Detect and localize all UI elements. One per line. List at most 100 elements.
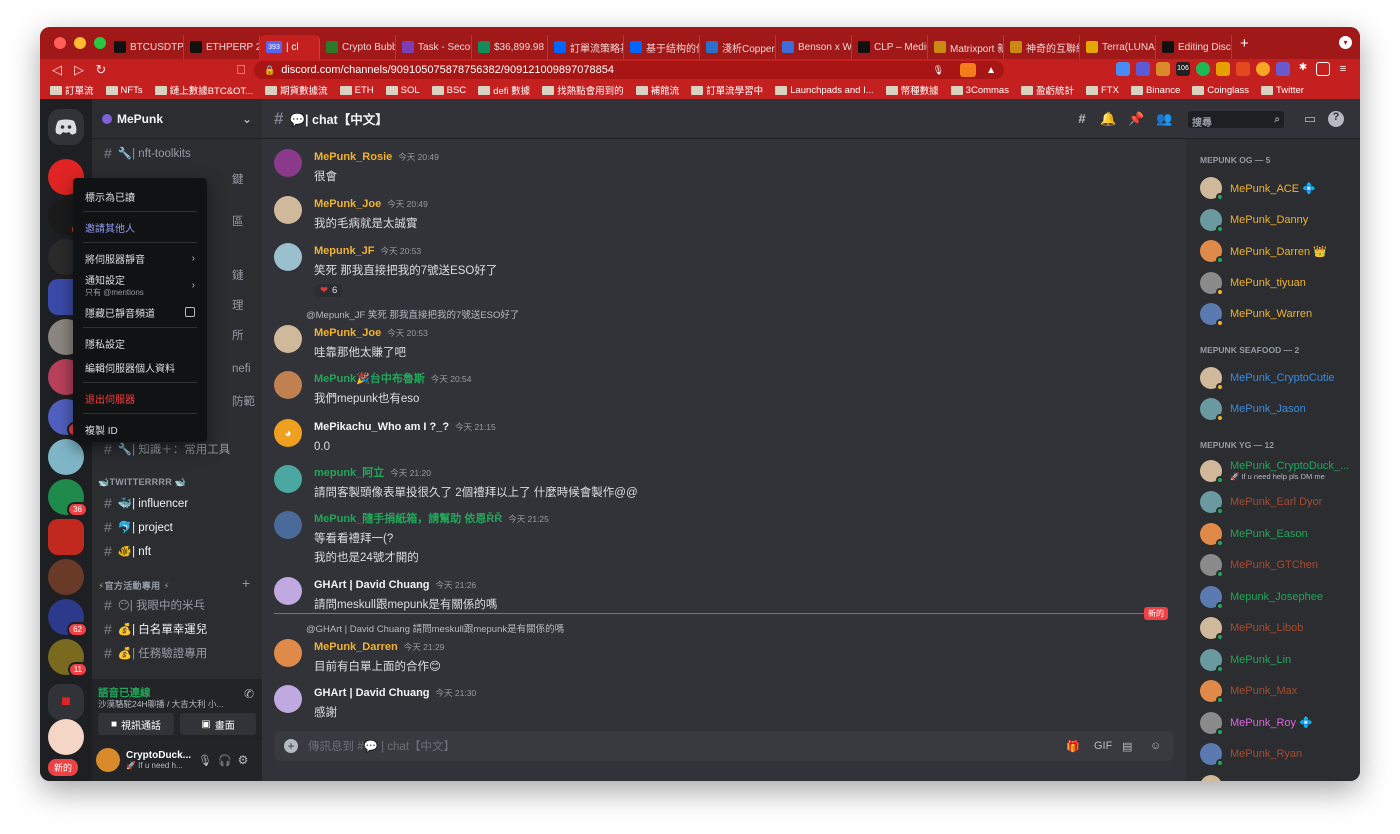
tab-search-icon[interactable]: ▾ — [1339, 36, 1352, 49]
avatar[interactable] — [274, 196, 302, 224]
browser-tab[interactable]: ETHPERP 24 — [184, 35, 260, 59]
context-menu-item[interactable]: 標示為已讀 — [79, 184, 201, 208]
bookmark-item[interactable]: FTX — [1085, 85, 1119, 96]
member-item[interactable]: MePunk_Libob — [1200, 617, 1303, 641]
context-menu-item[interactable]: 將伺服器靜音 › — [79, 246, 201, 270]
browser-tab[interactable]: Crypto Bubb — [320, 35, 396, 59]
context-menu-item[interactable]: 邀請其他人 — [79, 215, 201, 239]
url-field[interactable]: 🔒 discord.com/channels/90910507587875638… — [254, 61, 1004, 79]
browser-tab[interactable]: Matrixport 新 — [928, 35, 1004, 59]
context-menu-item[interactable]: 通知設定 只有 @mentions › — [79, 270, 201, 300]
member-item[interactable]: MePunk_Jason — [1200, 398, 1306, 422]
browser-tab[interactable]: 基于结构的供 — [624, 35, 700, 59]
server-icon[interactable] — [48, 559, 84, 595]
reply-reference[interactable]: @GHArt | David Chuang 請問meskull跟mepunk是有… — [306, 621, 564, 635]
bookmark-item[interactable]: Binance — [1130, 85, 1180, 96]
gif-icon[interactable]: GIF — [1094, 740, 1112, 752]
member-item[interactable]: MePunk_Darren 👑 — [1200, 240, 1327, 264]
avatar[interactable] — [274, 511, 302, 539]
channel-item[interactable]: # 🔧| nft-toolkits — [104, 145, 191, 161]
server-icon[interactable] — [48, 439, 84, 475]
category-twitter[interactable]: 🐋TWITTERRRR 🐋 — [98, 477, 186, 488]
avatar[interactable] — [96, 748, 120, 772]
member-item[interactable]: MePunk_GTChen — [1200, 554, 1318, 578]
discord-home-icon[interactable] — [48, 109, 84, 145]
bookmark-item[interactable]: BSC — [431, 85, 466, 96]
message-author[interactable]: MePunk🎉台中布魯斯 — [314, 373, 425, 385]
avatar[interactable] — [274, 371, 302, 399]
browser-tab[interactable]: 淺析Copper — [700, 35, 776, 59]
bookmark-item[interactable]: 訂單流 — [50, 83, 94, 97]
deafen-icon[interactable]: 🎧 — [218, 754, 232, 767]
channel-item[interactable]: # 🔧| 知識＋：常用工具 — [104, 441, 230, 457]
message-input[interactable]: + 傳訊息到 #💬 | chat【中文】 🎁 GIF ▤ ☺ — [274, 731, 1174, 761]
bookmark-item[interactable]: 鏈上數據BTC&OT... — [154, 83, 253, 97]
avatar[interactable] — [274, 243, 302, 271]
member-item[interactable]: MePunk_CryptoDuck_... 🚀 If u need help pl… — [1200, 459, 1349, 484]
message-author[interactable]: MePunk_Darren — [314, 641, 398, 653]
new-tab-button[interactable]: + — [1240, 35, 1249, 52]
member-item[interactable]: MePunk_Max — [1200, 680, 1297, 704]
browser-tab[interactable]: 訂單流策略基 — [548, 35, 624, 59]
context-menu-item[interactable]: 退出伺服器 — [79, 386, 201, 410]
browser-tab[interactable]: BTCUSDTPE — [108, 35, 184, 59]
member-item[interactable]: MePunk_Eason — [1200, 522, 1308, 547]
member-item[interactable]: MePunk_Lin — [1200, 648, 1291, 673]
video-button[interactable]: ■ 視訊通話 — [98, 713, 174, 735]
browser-tab[interactable]: 393 | cl — [260, 35, 320, 59]
menu-icon[interactable]: ≡ — [1336, 62, 1350, 76]
bookmark-item[interactable]: 補館流 — [635, 83, 679, 97]
upload-plus-icon[interactable]: + — [284, 739, 298, 753]
puzzle-icon[interactable]: ✱ — [1296, 62, 1310, 76]
bookmark-item[interactable]: 期貨數據流 — [265, 83, 328, 97]
bell-icon[interactable]: 🔔 — [1100, 111, 1116, 127]
reaction-chip[interactable]: ❤ 6 — [314, 284, 344, 297]
avatar[interactable] — [274, 639, 302, 667]
guild-header[interactable]: MePunk ⌄ — [92, 99, 262, 139]
channel-item[interactable]: # 💰| 任務驗證專用 — [104, 645, 207, 661]
channel-item[interactable]: 鍵 — [232, 171, 244, 187]
browser-tab[interactable]: CLP – Mediu — [852, 35, 928, 59]
bookmark-item[interactable]: SOL — [385, 85, 420, 96]
disconnect-icon[interactable]: ✆ — [244, 687, 254, 701]
bookmark-item[interactable]: ETH — [339, 85, 374, 96]
message-author[interactable]: MePunk_隨手捐紙箱，請幫助 依恩ŘŘ — [314, 513, 502, 525]
bookmark-icon[interactable]: ⎕ — [230, 62, 252, 78]
message-author[interactable]: mepunk_阿立 — [314, 467, 384, 479]
search-input[interactable]: 搜尋 ⌕ — [1188, 111, 1284, 129]
avatar[interactable] — [274, 465, 302, 493]
member-item[interactable]: MePunk_Tgspat — [1200, 774, 1310, 781]
server-icon[interactable]: 62 — [48, 599, 88, 637]
pin-icon[interactable]: 📌 — [1128, 111, 1144, 127]
bookmark-item[interactable]: 3Commas — [950, 85, 1009, 96]
server-icon[interactable]: 11 — [48, 639, 88, 677]
member-list-icon[interactable]: 👥 — [1156, 111, 1172, 127]
avatar[interactable] — [274, 577, 302, 605]
bookmark-item[interactable]: NFTs — [105, 85, 143, 96]
member-item[interactable]: MePunk_ACE 💠 — [1200, 177, 1316, 201]
channel-item[interactable]: nefi — [232, 363, 251, 375]
context-menu-item[interactable]: 編輯伺服器個人資料 — [79, 355, 201, 379]
channel-item[interactable]: 防範 — [232, 393, 255, 409]
bookmark-item[interactable]: defi 數據 — [478, 83, 530, 97]
browser-tab[interactable]: Editing Disc — [1156, 35, 1232, 59]
context-menu-item[interactable]: 複製 ID — [79, 417, 201, 441]
spotify-icon[interactable] — [1196, 62, 1210, 76]
channel-item[interactable]: # 🐠| nft — [104, 543, 151, 559]
close-window-button[interactable] — [54, 37, 66, 49]
add-channel-icon[interactable]: + — [242, 575, 250, 591]
browser-tab[interactable]: 神奇的互聯網 — [1004, 35, 1080, 59]
channel-item[interactable]: # 🐬| project — [104, 519, 173, 535]
minimize-window-button[interactable] — [74, 37, 86, 49]
back-icon[interactable]: ◁ — [46, 62, 68, 78]
member-item[interactable]: MePunk_Ryan — [1200, 743, 1302, 767]
bookmark-item[interactable]: 盈虧統計 — [1020, 83, 1074, 97]
brave-shield-icon[interactable] — [960, 63, 976, 77]
browser-tab[interactable]: Terra(LUNA) — [1080, 35, 1156, 59]
bookmark-item[interactable]: Coinglass — [1192, 85, 1249, 96]
reply-reference[interactable]: @Mepunk_JF 笑死 那我直接把我的7號送ESO好了 — [306, 307, 519, 321]
bookmark-item[interactable]: Launchpads and I... — [775, 85, 874, 96]
sticker-icon[interactable]: ▤ — [1122, 740, 1132, 753]
gift-icon[interactable]: 🎁 — [1066, 740, 1080, 753]
member-item[interactable]: Mepunk_Josephee — [1200, 585, 1323, 610]
